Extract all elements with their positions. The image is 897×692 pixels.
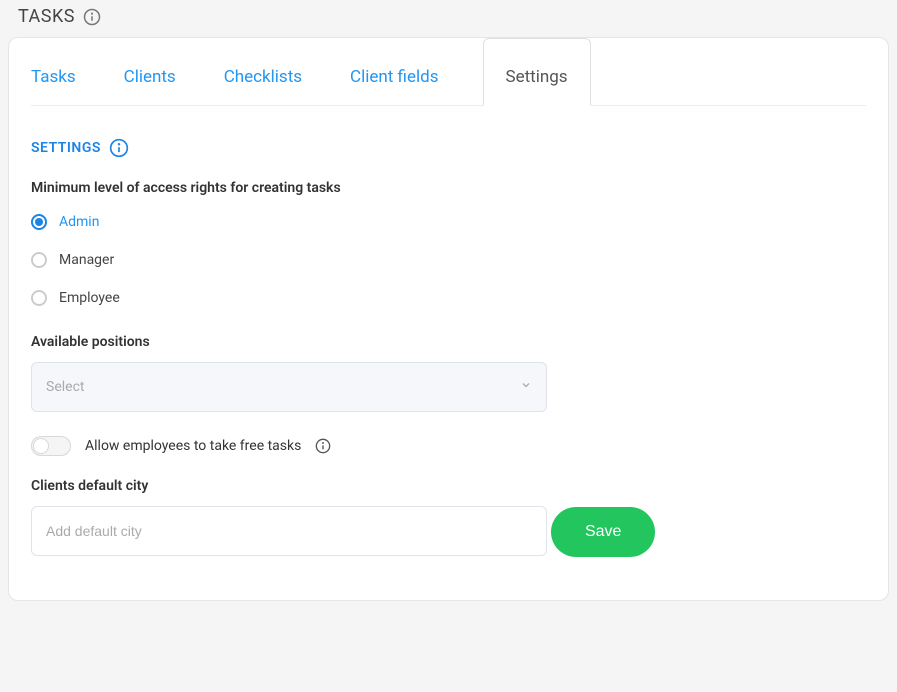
radio-label: Admin	[59, 214, 99, 230]
tab-tasks[interactable]: Tasks	[31, 39, 76, 105]
radio-label: Manager	[59, 252, 114, 268]
radio-manager[interactable]: Manager	[31, 252, 866, 268]
access-rights-label: Minimum level of access rights for creat…	[31, 180, 866, 196]
radio-dot-icon	[31, 290, 47, 306]
info-icon[interactable]	[315, 438, 331, 454]
access-rights-group: Admin Manager Employee	[31, 214, 866, 306]
section-header: SETTINGS	[31, 138, 866, 158]
tab-client-fields[interactable]: Client fields	[350, 39, 438, 105]
default-city-label: Clients default city	[31, 478, 866, 494]
page-header: TASKS	[0, 0, 897, 37]
positions-select[interactable]: Select	[31, 362, 547, 412]
section-title: SETTINGS	[31, 140, 101, 156]
default-city-input[interactable]	[31, 506, 547, 556]
tab-clients[interactable]: Clients	[124, 39, 176, 105]
info-icon[interactable]	[109, 138, 129, 158]
radio-label: Employee	[59, 290, 120, 306]
page-title: TASKS	[18, 6, 75, 27]
chevron-down-icon	[520, 379, 532, 395]
positions-label: Available positions	[31, 334, 866, 350]
tab-settings[interactable]: Settings	[483, 38, 591, 106]
save-button[interactable]: Save	[551, 507, 655, 557]
tabs: Tasks Clients Checklists Client fields S…	[31, 38, 866, 106]
radio-dot-icon	[31, 214, 47, 230]
radio-employee[interactable]: Employee	[31, 290, 866, 306]
allow-free-tasks-label: Allow employees to take free tasks	[85, 438, 301, 454]
radio-dot-icon	[31, 252, 47, 268]
allow-free-tasks-toggle[interactable]	[31, 436, 71, 456]
radio-admin[interactable]: Admin	[31, 214, 866, 230]
settings-card: Tasks Clients Checklists Client fields S…	[8, 37, 889, 601]
tab-checklists[interactable]: Checklists	[224, 39, 302, 105]
allow-free-tasks-row: Allow employees to take free tasks	[31, 436, 866, 456]
select-placeholder: Select	[46, 379, 84, 395]
info-icon[interactable]	[83, 8, 101, 26]
toggle-knob	[33, 438, 49, 454]
